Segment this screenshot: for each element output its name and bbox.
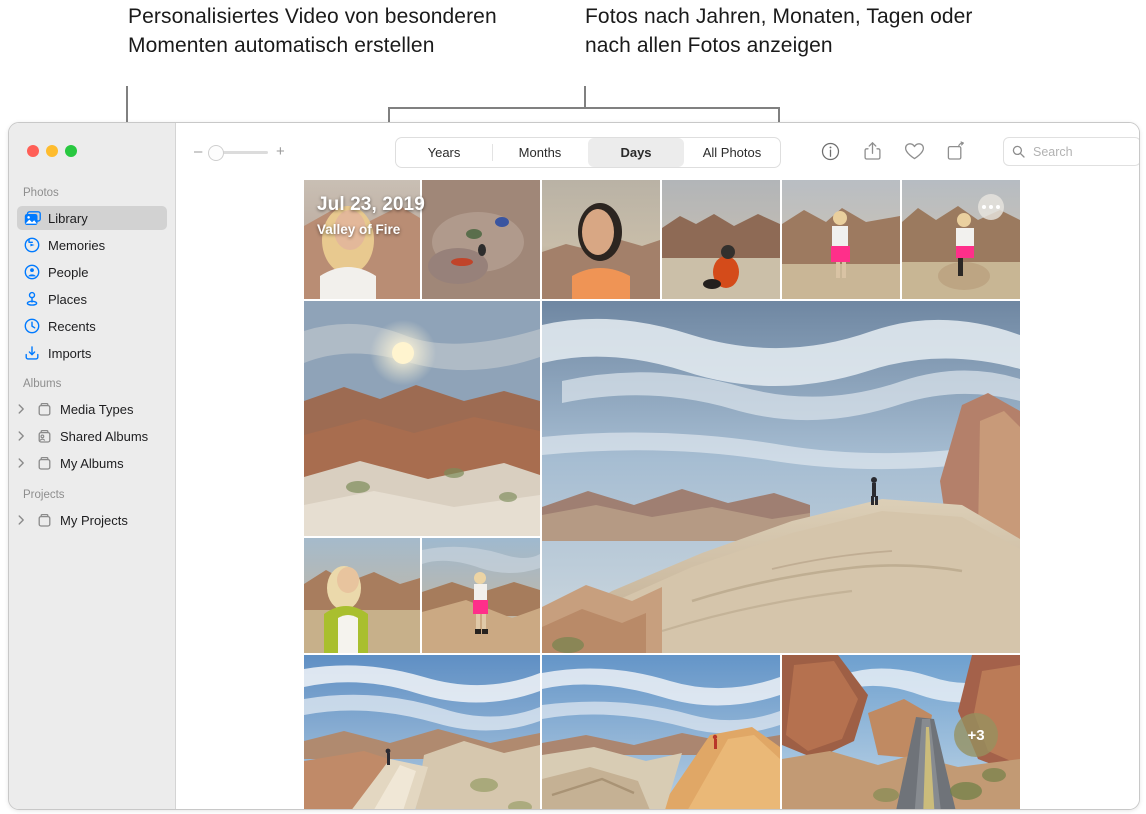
zoom-in-icon[interactable]: + xyxy=(276,144,285,159)
album-icon xyxy=(35,511,53,529)
sidebar-item-memories[interactable]: Memories xyxy=(17,233,167,257)
tab-months[interactable]: Months xyxy=(492,138,588,167)
shared-album-icon xyxy=(35,427,53,445)
sidebar-item-media-types[interactable]: Media Types xyxy=(13,397,163,421)
photo-grid: Jul 23, 2019 Valley of Fire +3 xyxy=(304,180,1020,809)
dot xyxy=(996,205,1000,209)
rotate-icon[interactable] xyxy=(942,137,970,165)
sidebar-section-projects-header: Projects xyxy=(23,489,65,501)
leader-bracket-left-tick xyxy=(388,107,390,122)
content-area: – + Years Months Days All Photos Search … xyxy=(176,123,1139,809)
photo-thumbnail[interactable] xyxy=(304,180,420,299)
photo-thumbnail[interactable] xyxy=(902,180,1020,299)
photo-thumbnail[interactable] xyxy=(422,538,540,653)
sidebar-section-albums-header: Albums xyxy=(23,378,62,390)
imports-icon xyxy=(23,344,41,362)
sidebar-item-label: Memories xyxy=(48,237,106,253)
sidebar-item-my-projects[interactable]: My Projects xyxy=(13,508,163,532)
dot xyxy=(982,205,986,209)
leader-bracket-right-tick xyxy=(778,107,780,122)
sidebar-item-label: My Albums xyxy=(60,455,124,471)
share-icon[interactable] xyxy=(858,137,886,165)
sidebar-item-people[interactable]: People xyxy=(17,260,167,284)
photo-thumbnail[interactable] xyxy=(542,655,780,809)
zoom-slider[interactable]: – + xyxy=(194,144,285,161)
photo-thumbnail[interactable] xyxy=(662,180,780,299)
more-options-button[interactable] xyxy=(978,194,1004,220)
sidebar-item-label: Library xyxy=(48,210,88,226)
sidebar-item-shared-albums[interactable]: Shared Albums xyxy=(13,424,163,448)
sidebar-item-places[interactable]: Places xyxy=(17,287,167,311)
places-icon xyxy=(23,290,41,308)
photos-app-window: Photos Library Memories People Places Re… xyxy=(8,122,1140,810)
memories-icon xyxy=(23,236,41,254)
close-button[interactable] xyxy=(27,145,39,157)
favorite-heart-icon[interactable] xyxy=(900,137,928,165)
sidebar-item-label: My Projects xyxy=(60,512,128,528)
zoom-out-icon[interactable]: – xyxy=(194,144,202,159)
sidebar: Photos Library Memories People Places Re… xyxy=(9,123,176,809)
tab-days[interactable]: Days xyxy=(588,138,684,167)
sidebar-item-label: Shared Albums xyxy=(60,428,149,444)
sidebar-item-label: Imports xyxy=(48,345,92,361)
overflow-count-badge[interactable]: +3 xyxy=(954,713,998,757)
info-icon[interactable] xyxy=(816,137,844,165)
minimize-button[interactable] xyxy=(46,145,58,157)
sidebar-item-label: People xyxy=(48,264,89,280)
photo-thumbnail[interactable] xyxy=(422,180,540,299)
chevron-right-icon[interactable] xyxy=(16,431,27,441)
people-icon xyxy=(23,263,41,281)
photo-thumbnail[interactable] xyxy=(304,301,540,536)
sidebar-item-label: Places xyxy=(48,291,88,307)
photo-thumbnail[interactable] xyxy=(782,180,900,299)
chevron-right-icon[interactable] xyxy=(16,404,27,414)
sidebar-item-my-albums[interactable]: My Albums xyxy=(13,451,163,475)
recents-icon xyxy=(23,317,41,335)
toolbar: – + Years Months Days All Photos xyxy=(176,123,1139,180)
album-icon xyxy=(35,400,53,418)
screenshot-root: Personalisiertes Video von besonderen Mo… xyxy=(0,0,1146,814)
sidebar-item-label: Media Types xyxy=(60,401,134,417)
search-input[interactable] xyxy=(1031,143,1133,160)
zoom-slider-knob[interactable] xyxy=(208,145,224,161)
callout-viewmodes-text: Fotos nach Jahren, Monaten, Tagen oder n… xyxy=(585,5,973,57)
sidebar-item-library[interactable]: Library xyxy=(17,206,167,230)
library-icon xyxy=(23,209,41,227)
photo-thumbnail[interactable] xyxy=(542,180,660,299)
sidebar-section-photos-header: Photos xyxy=(23,187,59,199)
chevron-right-icon[interactable] xyxy=(16,458,27,468)
sidebar-item-label: Recents xyxy=(48,318,96,334)
chevron-right-icon[interactable] xyxy=(16,515,27,525)
maximize-button[interactable] xyxy=(65,145,77,157)
callout-memories-text: Personalisiertes Video von besonderen Mo… xyxy=(128,5,497,57)
album-icon xyxy=(35,454,53,472)
tab-all-photos[interactable]: All Photos xyxy=(684,138,780,167)
photo-thumbnail[interactable] xyxy=(304,655,540,809)
dot xyxy=(989,205,993,209)
sidebar-item-recents[interactable]: Recents xyxy=(17,314,167,338)
search-icon xyxy=(1012,145,1025,158)
search-field[interactable] xyxy=(1003,137,1139,166)
photo-thumbnail[interactable] xyxy=(304,538,420,653)
sidebar-item-imports[interactable]: Imports xyxy=(17,341,167,365)
leader-line-right-vertical xyxy=(584,86,586,108)
view-mode-segmented-control[interactable]: Years Months Days All Photos xyxy=(395,137,781,168)
photo-thumbnail-hero[interactable] xyxy=(542,301,1020,653)
leader-bracket-top xyxy=(388,107,780,109)
tab-years[interactable]: Years xyxy=(396,138,492,167)
